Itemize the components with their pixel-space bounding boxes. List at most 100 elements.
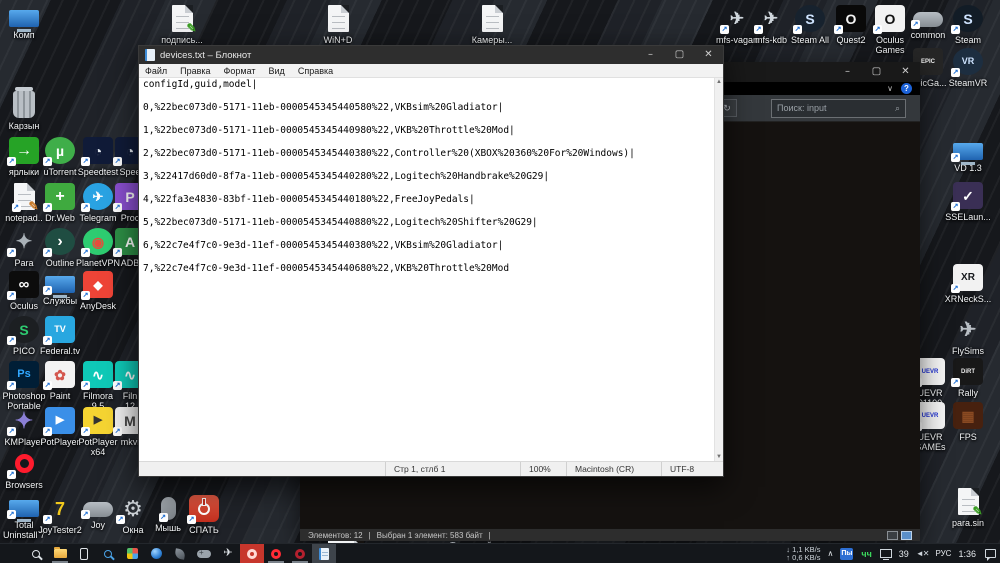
language-indicator[interactable]: РУС	[935, 549, 951, 558]
scroll-down-icon[interactable]: ▼	[716, 453, 722, 461]
menu-Вид[interactable]: Вид	[269, 66, 285, 76]
notepad-minimize-button[interactable]: –	[636, 46, 665, 64]
action-center-icon[interactable]	[985, 549, 996, 561]
menu-Правка[interactable]: Правка	[180, 66, 210, 76]
taskbar-button-explorer[interactable]	[48, 544, 72, 563]
desktop-icon-sselaun[interactable]: ✓ ↗ SSELaun...	[932, 182, 1000, 222]
browsers-icon: ↗	[7, 450, 39, 479]
desktop-icon-karzyn[interactable]: Карзын	[0, 87, 60, 131]
shortcut-arrow-icon: ↗	[7, 291, 16, 300]
notepad-vertical-scrollbar[interactable]: ▲ ▼	[714, 78, 723, 461]
explorer-icon	[53, 547, 67, 558]
tray-app-badge[interactable]: Пы	[840, 547, 854, 560]
shortcut-arrow-icon: ↗	[7, 427, 16, 436]
shortcut-arrow-icon: ↗	[81, 157, 90, 166]
desktop-icon-anydesk[interactable]: ◆ ↗ AnyDesk	[62, 271, 134, 311]
spat-label: СПАТЬ	[189, 525, 219, 535]
explorer-search-input[interactable]: Поиск: input ⌕	[771, 98, 906, 118]
tray-monitor-badge[interactable]: чч	[860, 548, 872, 560]
taskbar-button-flight[interactable]: ✈	[216, 544, 240, 563]
desktop-icon-xrnecks[interactable]: XR ↗ XRNeckS...	[932, 264, 1000, 304]
shortcut-arrow-icon: ↗	[793, 25, 802, 34]
taskbar-button-game[interactable]	[192, 544, 216, 563]
karzyn-icon	[13, 87, 35, 118]
shortcut-arrow-icon: ↗	[911, 20, 920, 29]
shortcut-arrow-icon: ↗	[951, 284, 960, 293]
volume-muted-icon[interactable]: ◄✕	[916, 549, 930, 558]
shortcut-arrow-icon: ↗	[113, 248, 122, 257]
thumbnail-view-icon[interactable]	[901, 530, 912, 540]
desktop-icon-podpis[interactable]: ✎ подпись...	[146, 5, 218, 45]
selection-info: Выбран 1 элемент: 583 байт	[376, 530, 483, 540]
explorer-maximize-button[interactable]: ▢	[862, 63, 891, 81]
desktop-icon-browsers[interactable]: ↗ Browsers	[0, 450, 60, 490]
desktop-icon-rally[interactable]: DiRT ↗ Rally	[932, 358, 1000, 398]
taskbar-button-opera-2[interactable]	[264, 544, 288, 563]
tray-overflow-icon[interactable]: ∧	[827, 549, 833, 558]
network-icon[interactable]	[879, 549, 892, 560]
scroll-up-icon[interactable]: ▲	[716, 78, 722, 86]
shortcut-arrow-icon: ↗	[873, 25, 882, 34]
tray-temp-value[interactable]: 39	[899, 549, 909, 559]
explorer-close-button[interactable]: ✕	[891, 63, 920, 81]
notepad-window[interactable]: devices.txt – Блокнот – ▢ ✕ Файл Правка Фо…	[138, 45, 724, 477]
komp-icon	[9, 10, 39, 32]
help-icon[interactable]: ?	[901, 83, 912, 94]
menu-Справка[interactable]: Справка	[298, 66, 333, 76]
desktop-icon-steam[interactable]: S ↗ Steam	[932, 5, 1000, 45]
notepad-statusbar: Стр 1, стлб 1 100% Macintosh (CR) UTF-8	[139, 461, 723, 476]
taskbar-button-search-app[interactable]	[96, 544, 120, 563]
taskbar-button-opera-1[interactable]	[240, 544, 264, 563]
notepad-title: devices.txt – Блокнот	[160, 49, 252, 61]
app-sphere-icon	[150, 548, 162, 559]
notepad-text-area[interactable]: configId,guid,model| 0,%22bec073d0-5171-…	[139, 78, 723, 461]
notepad-close-button[interactable]: ✕	[694, 46, 723, 64]
shortcut-arrow-icon: ↗	[7, 470, 16, 479]
desktop-icon-vd13[interactable]: ↗ VD 1.3	[932, 138, 1000, 173]
desktop-icon-parasin[interactable]: ✎ para.sin	[932, 488, 1000, 528]
notepad-titlebar[interactable]: devices.txt – Блокнот – ▢ ✕	[139, 46, 723, 64]
items-count: Элементов: 12	[308, 530, 363, 540]
shortcut-arrow-icon: ↗	[81, 248, 90, 257]
desktop-icon-flysims[interactable]: ✈ FlySims	[932, 316, 1000, 357]
clock[interactable]: 1:36	[958, 549, 976, 559]
taskbar-buttons: ✈	[0, 544, 336, 563]
taskbar-button-phone[interactable]	[72, 544, 96, 563]
parasin-icon: ✎	[957, 488, 983, 517]
shortcut-arrow-icon: ↗	[43, 286, 52, 295]
taskbar-button-photos[interactable]	[120, 544, 144, 563]
network-speed-widget[interactable]: ↓ 1,1 KB/s ↑ 0,6 KB/s	[786, 545, 821, 562]
sselaun-label: SSELaun...	[945, 212, 991, 222]
encoding: UTF-8	[661, 462, 723, 476]
desktop-icon-komp[interactable]: Комп	[0, 5, 60, 40]
taskbar-button-opera-gx[interactable]	[288, 544, 312, 563]
karzyn-label: Карзын	[8, 121, 40, 131]
taskbar-button-start[interactable]	[0, 544, 24, 563]
menu-Файл[interactable]: Файл	[145, 66, 167, 76]
taskbar-button-app-leaf[interactable]	[168, 544, 192, 563]
xrnecks-icon: XR ↗	[951, 264, 983, 293]
taskbar-button-app-sphere[interactable]	[144, 544, 168, 563]
upload-speed: ↑ 0,6 KB/s	[786, 552, 821, 562]
explorer-minimize-button[interactable]: –	[833, 63, 862, 81]
ribbon-collapse-icon[interactable]: ∨	[887, 84, 893, 93]
taskbar-button-search[interactable]	[24, 544, 48, 563]
desktop-icon-kamery[interactable]: Камеры...	[456, 5, 528, 45]
vd13-icon: ↗	[951, 143, 983, 165]
steamvr-icon: VR ↗	[951, 48, 983, 77]
desktop-icon-steamvr[interactable]: VR ↗ SteamVR	[932, 48, 1000, 88]
list-view-icon[interactable]	[887, 530, 898, 540]
desktop-icon-spat[interactable]: ↗ СПАТЬ	[168, 495, 240, 535]
line-ending-type: Macintosh (CR)	[566, 462, 661, 476]
photos-icon	[126, 548, 138, 559]
notepad-menubar: Файл Правка Формат Вид Справка	[139, 64, 723, 78]
menu-Формат[interactable]: Формат	[224, 66, 256, 76]
shortcut-arrow-icon: ↗	[43, 203, 52, 212]
desktop-icon-federaltv[interactable]: TV ↗ Federal.tv	[24, 316, 96, 356]
notepad-maximize-button[interactable]: ▢	[665, 46, 694, 64]
notepad-text[interactable]: configId,guid,model| 0,%22bec073d0-5171-…	[143, 79, 635, 275]
taskbar-button-notepad[interactable]	[312, 544, 336, 563]
desktop-icon-fps[interactable]: ▦ FPS	[932, 402, 1000, 442]
shortcut-arrow-icon: ↗	[7, 248, 16, 257]
shortcut-arrow-icon: ↗	[951, 25, 960, 34]
